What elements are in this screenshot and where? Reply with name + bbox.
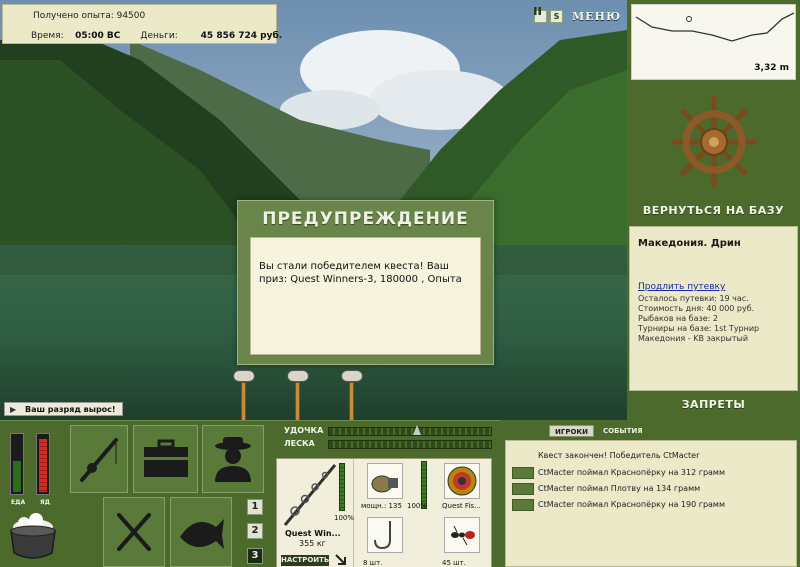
tension-marker bbox=[413, 425, 421, 435]
pause-icon[interactable] bbox=[534, 7, 547, 23]
reel-durability-pct: 100% bbox=[407, 502, 428, 510]
top-controls: S МЕНЮ bbox=[534, 7, 621, 25]
experience-text: Получено опыта: 94500 bbox=[33, 11, 146, 21]
fish-keepnet-tile[interactable] bbox=[170, 497, 232, 567]
time-label: Время: bbox=[31, 31, 64, 41]
rod-in-water-1[interactable] bbox=[233, 370, 255, 420]
events-tabs: ИГРОКИ СОБЫТИЯ bbox=[549, 425, 648, 437]
warning-dialog[interactable]: ПРЕДУПРЕЖДЕНИЕ Вы стали победителем квес… bbox=[237, 200, 494, 365]
bait-slot[interactable] bbox=[444, 517, 480, 553]
extend-pass-link[interactable]: Продлить путевку bbox=[638, 282, 725, 292]
rod-tension-bar bbox=[328, 425, 492, 436]
gear-grid: 100% Quest Win... 355 кг НАСТРОИТЬ мощн.… bbox=[276, 458, 492, 567]
rod-durability-pct: 100% bbox=[334, 514, 355, 522]
events-log: Квест закончен! Победитель CtMacter CtMa… bbox=[505, 440, 797, 567]
return-to-base-button[interactable]: ВЕРНУТЬСЯ НА БАЗУ bbox=[627, 204, 800, 217]
arrow-down-right-icon[interactable] bbox=[335, 554, 347, 566]
tab-events[interactable]: СОБЫТИЯ bbox=[598, 425, 648, 437]
rod-icon bbox=[80, 438, 118, 482]
rod-slot-2-button[interactable]: 2 bbox=[247, 523, 263, 539]
status-meters: ЕДА ЯД bbox=[4, 429, 62, 511]
food-tile[interactable] bbox=[103, 497, 165, 567]
hook-icon bbox=[374, 521, 391, 550]
rod-slot-1-button[interactable]: 1 bbox=[247, 499, 263, 515]
events-panel: ИГРОКИ СОБЫТИЯ Квест закончен! Победител… bbox=[500, 420, 800, 567]
setup-button[interactable]: НАСТРОИТЬ bbox=[281, 555, 329, 566]
rod-name: Quest Win... bbox=[285, 529, 341, 538]
fishers-count: Рыбаков на базе: 2 bbox=[638, 314, 718, 323]
right-panel: 3,32 m ВЕРНУТЬСЯ НА БАЗУ Македония. Дрин… bbox=[627, 0, 800, 420]
hook-slot[interactable] bbox=[367, 517, 403, 553]
time-money-row: Время: 05:00 ВС Деньги: 45 856 724 руб. bbox=[31, 31, 282, 41]
fish-catch-icon bbox=[512, 467, 534, 479]
bait-count: 45 шт. bbox=[442, 559, 466, 567]
menu-button[interactable]: МЕНЮ bbox=[572, 10, 621, 23]
gear-panel: УДОЧКА ЛЕСКА 100% Quest Win... 355 кг НА… bbox=[272, 424, 494, 567]
fisherman-tile[interactable] bbox=[202, 425, 264, 493]
ship-wheel-icon[interactable] bbox=[670, 95, 758, 191]
poison-meter-fill bbox=[39, 439, 47, 492]
hook-count: 8 шт. bbox=[363, 559, 383, 567]
knife-fork-icon bbox=[117, 513, 151, 551]
money-label: Деньги: bbox=[140, 31, 178, 41]
fisherman-icon bbox=[215, 437, 251, 482]
player-info-panel: Получено опыта: 94500 Время: 05:00 ВС Де… bbox=[2, 4, 282, 44]
dialog-message: Вы стали победителем квеста! Ваш приз: Q… bbox=[250, 237, 481, 355]
fish-catch-icon bbox=[512, 499, 534, 511]
reel-slot[interactable] bbox=[367, 463, 403, 499]
line-label: ЛЕСКА bbox=[284, 439, 315, 448]
time-value: 05:00 ВС bbox=[75, 31, 121, 41]
rod-tension-row: УДОЧКА bbox=[276, 425, 492, 438]
day-cost: Стоимость дня: 40 000 руб. bbox=[638, 304, 755, 313]
rod-assembly-icon bbox=[283, 464, 337, 526]
rank-up-notice[interactable]: Ваш разряд вырос! bbox=[4, 402, 123, 416]
fishing-rod-tile[interactable] bbox=[70, 425, 128, 493]
ant-bait-icon bbox=[451, 525, 475, 546]
rod-weight: 355 кг bbox=[299, 539, 326, 548]
reel-icon bbox=[371, 475, 398, 493]
pass-remaining: Осталось путевки: 19 час. bbox=[638, 294, 749, 303]
event-line: CtMacter поймал Краснопёрку на 190 грамм bbox=[538, 500, 725, 509]
event-line: CtMacter поймал Краснопёрку на 312 грамм bbox=[538, 468, 725, 477]
event-line: CtMacter поймал Плотву на 134 грамм bbox=[538, 484, 701, 493]
tackle-box-icon bbox=[143, 439, 188, 477]
tackle-box-tile[interactable] bbox=[133, 425, 198, 493]
rod-box[interactable]: 100% Quest Win... 355 кг НАСТРОИТЬ bbox=[277, 459, 354, 567]
tab-players[interactable]: ИГРОКИ bbox=[549, 425, 594, 437]
cauldron-icon[interactable] bbox=[6, 513, 60, 566]
base-stats: Осталось путевки: 19 час. Стоимость дня:… bbox=[638, 294, 754, 324]
bans-button[interactable]: ЗАПРЕТЫ bbox=[627, 398, 800, 411]
line-tension-row: ЛЕСКА bbox=[276, 439, 492, 451]
food-meter bbox=[10, 433, 24, 495]
base-name: Македония. Дрин bbox=[638, 238, 741, 249]
depth-map[interactable]: 3,32 m bbox=[631, 4, 796, 80]
line-tension-bar bbox=[328, 440, 492, 449]
base-tournaments: Турниры на базе: 1st Турнир Македония - … bbox=[638, 324, 760, 343]
rod-in-water-2[interactable] bbox=[287, 370, 309, 420]
dialog-title: ПРЕДУПРЕЖДЕНИЕ bbox=[262, 209, 469, 229]
line-spool-icon bbox=[447, 466, 477, 496]
fish-catch-icon bbox=[512, 483, 534, 495]
event-line: Квест закончен! Победитель CtMacter bbox=[538, 451, 700, 460]
reel-power: мощн.: 135 bbox=[361, 502, 402, 510]
food-meter-fill bbox=[13, 461, 21, 492]
base-info-panel: Македония. Дрин Продлить путевку Осталос… bbox=[629, 226, 798, 391]
money-value: 45 856 724 руб. bbox=[200, 31, 283, 41]
depth-value: 3,32 m bbox=[754, 63, 789, 73]
poison-label: ЯД bbox=[40, 499, 50, 506]
fish-icon bbox=[180, 519, 224, 549]
rod-durability-bar bbox=[339, 463, 345, 511]
food-label: ЕДА bbox=[11, 499, 26, 506]
rod-slot-3-button[interactable]: 3 bbox=[247, 548, 263, 564]
poison-meter bbox=[36, 433, 50, 495]
sound-toggle-button[interactable]: S bbox=[550, 9, 563, 23]
line-spool-slot[interactable] bbox=[444, 463, 480, 499]
rod-label: УДОЧКА bbox=[284, 426, 324, 435]
line-name: Quest Fis... bbox=[442, 502, 481, 510]
rod-in-water-3[interactable] bbox=[341, 370, 363, 420]
